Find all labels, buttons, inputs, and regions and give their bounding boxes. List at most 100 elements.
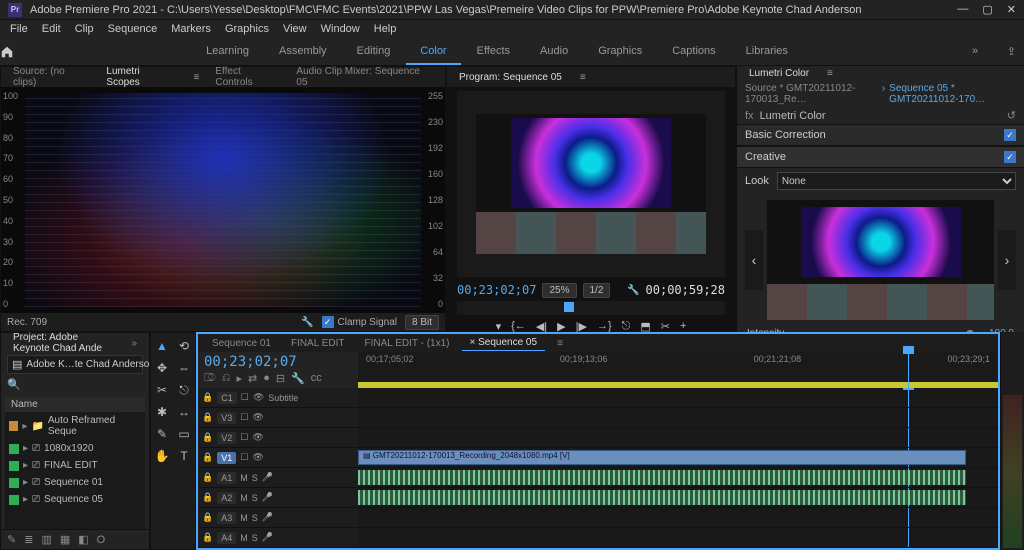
video-clip[interactable]: ▤ GMT20211012-170013_Recording_2048x1080… [358, 450, 966, 465]
audio-clip[interactable] [358, 490, 966, 505]
window-close-button[interactable]: ✕ [1007, 3, 1016, 16]
resolution-dropdown[interactable]: 1/2 [583, 283, 611, 298]
tool-button[interactable]: ⇔ [175, 359, 193, 377]
workspace-tab-assembly[interactable]: Assembly [265, 39, 341, 65]
tool-button[interactable]: ✋ [153, 447, 171, 465]
timeline-option-icon[interactable]: ▸ [236, 372, 242, 385]
timeline-playhead[interactable] [908, 352, 909, 388]
name-column-header[interactable]: Name [5, 397, 145, 412]
workspace-overflow-button[interactable]: » [972, 45, 978, 58]
workspace-tab-libraries[interactable]: Libraries [732, 39, 802, 65]
track-lane[interactable] [358, 468, 998, 488]
project-item[interactable]: ▸📁Auto Reframed Seque [5, 412, 145, 440]
workspace-tab-graphics[interactable]: Graphics [584, 39, 656, 65]
tool-button[interactable]: ▭ [175, 425, 193, 443]
project-item[interactable]: ▸⎚FINAL EDIT [5, 457, 145, 474]
track-header[interactable]: 🔒A3MS🎤 [198, 508, 358, 528]
project-search[interactable]: ▤ [7, 355, 143, 374]
track-lane[interactable] [358, 408, 998, 428]
tool-button[interactable]: ✱ [153, 403, 171, 421]
program-monitor-viewport[interactable] [457, 91, 725, 277]
project-footer-button[interactable]: ✎ [7, 533, 16, 546]
timeline-option-icon[interactable]: ⇄ [248, 372, 257, 385]
track-header[interactable]: 🔒V2☐👁 [198, 428, 358, 448]
panel-menu-icon[interactable]: ≡ [821, 66, 839, 81]
transport-button[interactable]: ⎋ [622, 320, 631, 333]
transport-button[interactable]: {← [511, 320, 526, 332]
workspace-tab-editing[interactable]: Editing [343, 39, 405, 65]
timeline-option-icon[interactable]: 🔧 [291, 372, 305, 385]
timeline-option-icon[interactable]: ● [263, 372, 270, 385]
scope-settings-icon[interactable]: 🔧 [301, 317, 313, 328]
creative-toggle[interactable]: ✓ [1004, 151, 1016, 163]
transport-button[interactable]: |▶ [576, 320, 587, 333]
transport-button[interactable]: + [680, 320, 686, 332]
project-search-input[interactable] [26, 359, 158, 370]
menu-edit[interactable]: Edit [36, 21, 67, 37]
workspace-tab-captions[interactable]: Captions [658, 39, 729, 65]
workspace-tab-effects[interactable]: Effects [463, 39, 524, 65]
project-footer-button[interactable]: ▥ [41, 533, 51, 546]
menu-file[interactable]: File [4, 21, 34, 37]
sequence-tab[interactable]: Sequence 01 [204, 336, 279, 351]
track-lane[interactable] [358, 488, 998, 508]
tool-button[interactable]: ⟲ [175, 337, 193, 355]
search-icon[interactable]: 🔍 [7, 379, 21, 391]
sequence-tab[interactable]: FINAL EDIT [283, 336, 353, 351]
menu-window[interactable]: Window [315, 21, 366, 37]
tool-button[interactable]: ✎ [153, 425, 171, 443]
bit-depth-selector[interactable]: 8 Bit [405, 315, 439, 330]
track-header[interactable]: 🔒A1MS🎤 [198, 468, 358, 488]
program-tab[interactable]: Program: Sequence 05 [453, 70, 568, 85]
timeline-option-icon[interactable]: ⎌ [222, 372, 231, 385]
track-header[interactable]: 🔒V3☐👁 [198, 408, 358, 428]
track-header[interactable]: 🔒A4MS🎤 [198, 528, 358, 548]
zoom-dropdown[interactable]: 25% [542, 283, 576, 298]
transport-button[interactable]: ⬒ [640, 320, 650, 333]
timeline-option-icon[interactable]: ⊟ [276, 372, 285, 385]
transport-button[interactable]: ◀| [536, 320, 547, 333]
look-dropdown[interactable]: None [777, 172, 1016, 190]
project-footer-button[interactable]: ≣ [24, 533, 33, 546]
menu-view[interactable]: View [277, 21, 313, 37]
track-lane[interactable] [358, 528, 998, 548]
effect-name[interactable]: Lumetri Color [760, 110, 1007, 122]
creative-section[interactable]: Creative✓ [737, 146, 1024, 168]
audio-clip[interactable] [358, 470, 966, 485]
clamp-signal-toggle[interactable]: ✓Clamp Signal [322, 316, 397, 328]
preview-prev-button[interactable]: ‹ [745, 230, 763, 290]
menu-help[interactable]: Help [368, 21, 403, 37]
transport-button[interactable]: ✂ [661, 320, 670, 333]
project-footer-button[interactable]: ◧ [78, 533, 88, 546]
project-bin-list[interactable]: Name ▸📁Auto Reframed Seque▸⎚1080x1920▸⎚F… [5, 397, 145, 529]
menu-markers[interactable]: Markers [165, 21, 217, 37]
basic-correction-section[interactable]: Basic Correction✓ [737, 124, 1024, 146]
track-lane[interactable] [358, 428, 998, 448]
timeline-ruler[interactable]: 00;17;05;0200;19;13;0600;21;21;0800;23;2… [358, 352, 998, 388]
tool-button[interactable]: ⎋ [175, 381, 193, 399]
track-header[interactable]: 🔒A2MS🎤 [198, 488, 358, 508]
program-scrubber[interactable] [457, 301, 725, 315]
track-header[interactable]: 🔒C1☐👁Subtitle [198, 388, 358, 408]
window-minimize-button[interactable]: — [957, 3, 968, 16]
tool-button[interactable]: T [175, 447, 193, 465]
sequence-tab[interactable]: FINAL EDIT - (1x1) [356, 336, 457, 351]
workspace-tab-color[interactable]: Color [406, 39, 460, 65]
timeline-timecode[interactable]: 00;23;02;07 [204, 354, 352, 370]
project-item[interactable]: ▸⎚1080x1920 [5, 440, 145, 457]
preview-next-button[interactable]: › [998, 230, 1016, 290]
timeline-option-icon[interactable]: ᴄᴄ [311, 372, 322, 385]
workspace-tab-audio[interactable]: Audio [526, 39, 582, 65]
track-lane[interactable] [358, 508, 998, 528]
panel-menu-icon[interactable]: ≡ [549, 336, 571, 351]
timeline-option-icon[interactable]: ⎄ [204, 372, 216, 385]
menu-clip[interactable]: Clip [69, 21, 100, 37]
export-button[interactable]: ⇪ [1007, 45, 1016, 58]
lumetri-tab[interactable]: Lumetri Color [743, 66, 815, 81]
sequence-tab[interactable]: × Sequence 05 [462, 335, 546, 351]
program-settings-icon[interactable]: 🔧 [627, 285, 639, 296]
project-footer-button[interactable]: ▦ [60, 533, 70, 546]
project-item[interactable]: ▸⎚Sequence 05 [5, 491, 145, 508]
track-lane[interactable]: ▤ GMT20211012-170013_Recording_2048x1080… [358, 448, 998, 468]
transport-button[interactable]: ▾ [496, 320, 502, 333]
